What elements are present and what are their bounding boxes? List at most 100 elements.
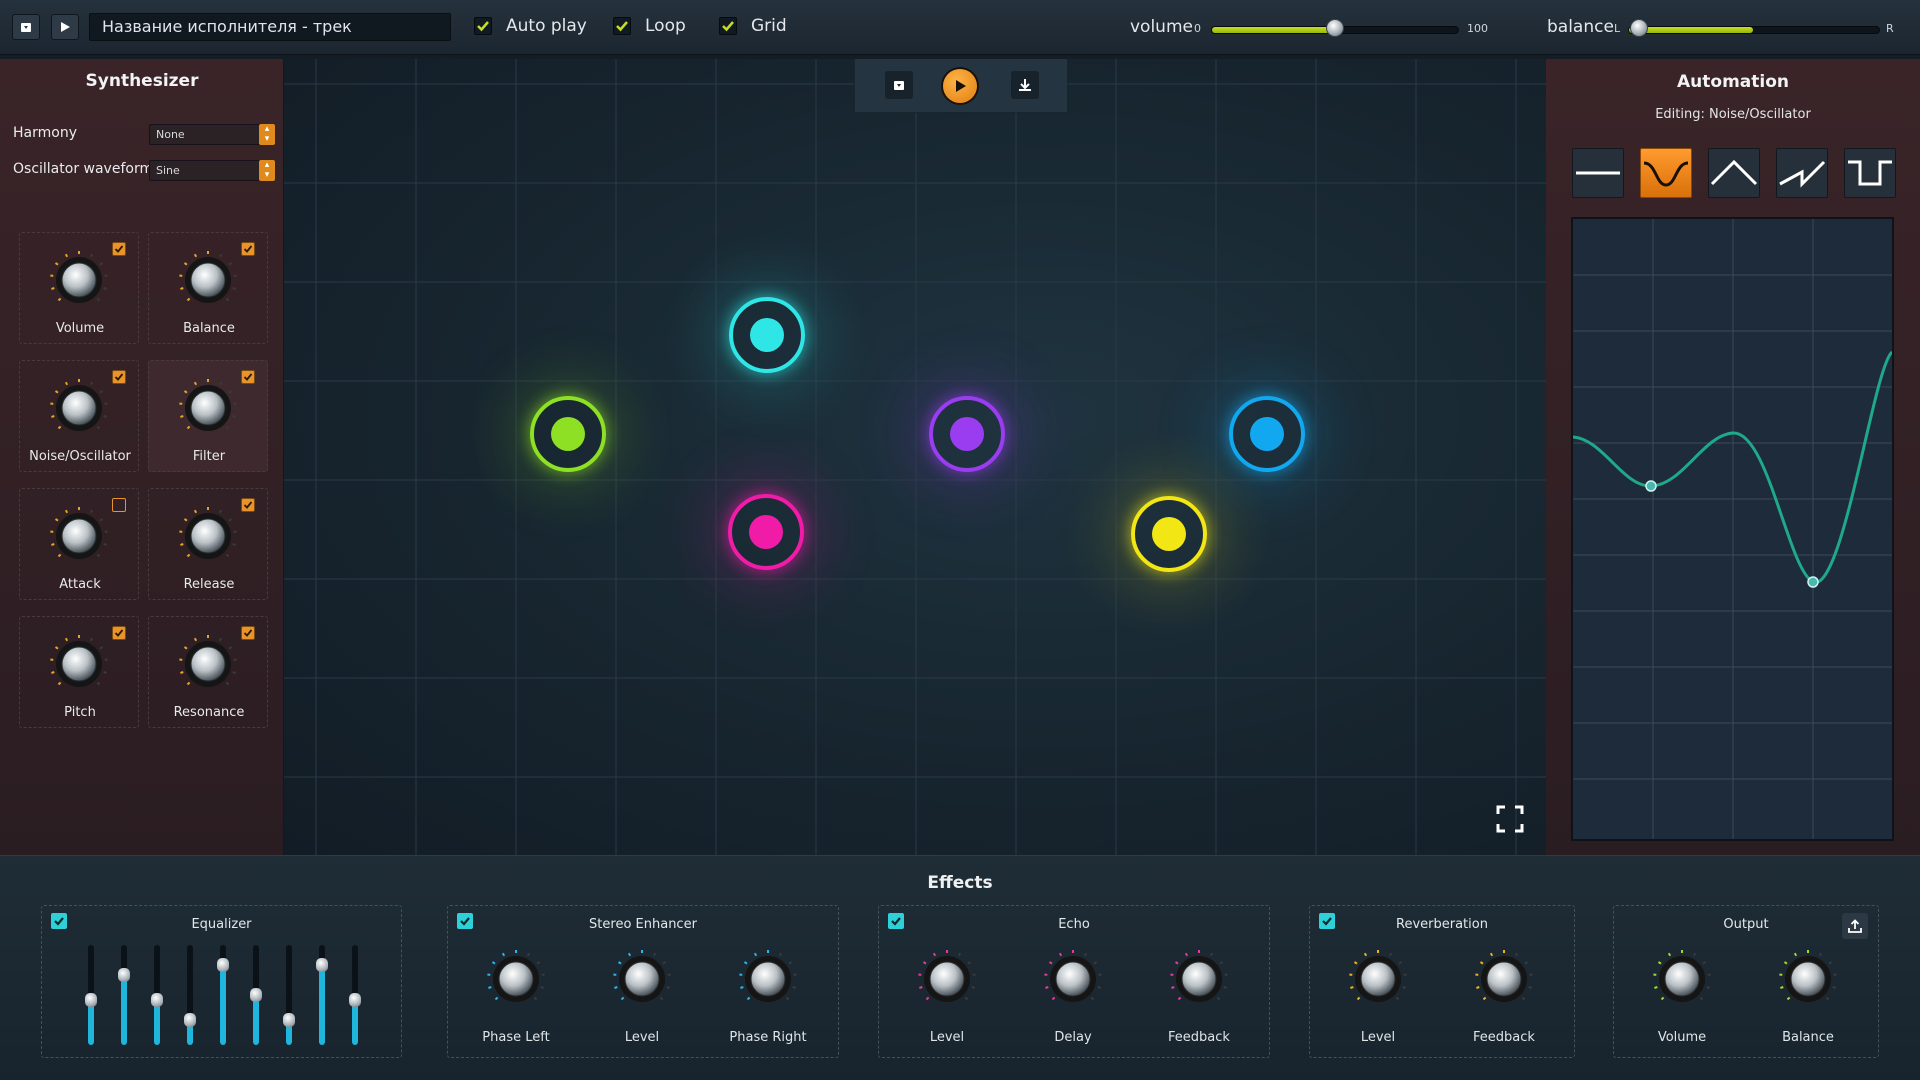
autoplay-checkbox[interactable]: Auto play bbox=[474, 16, 587, 36]
eq-band-slider[interactable] bbox=[85, 945, 97, 1045]
play-button[interactable] bbox=[943, 69, 977, 103]
reverb-knob-level[interactable] bbox=[1347, 948, 1409, 1010]
waveform-triangle-button[interactable] bbox=[1708, 148, 1760, 198]
loop-checkbox[interactable]: Loop bbox=[613, 16, 686, 36]
knob-enable-checkbox[interactable] bbox=[241, 498, 255, 512]
eq-band-slider[interactable] bbox=[118, 945, 130, 1045]
sk0[interactable] bbox=[48, 249, 110, 311]
sound-node-green[interactable] bbox=[530, 396, 606, 472]
waveform-flat-button[interactable] bbox=[1572, 148, 1624, 198]
rotary-knob[interactable] bbox=[177, 505, 239, 567]
sk5[interactable] bbox=[177, 505, 239, 567]
checkbox-box[interactable] bbox=[613, 17, 631, 35]
knob-enable-checkbox[interactable] bbox=[112, 370, 126, 384]
eq-band-thumb[interactable] bbox=[184, 1013, 196, 1027]
select-spinner-icon[interactable]: ▴ ▾ bbox=[259, 160, 275, 181]
node-center bbox=[750, 318, 784, 352]
grid-checkbox[interactable]: Grid bbox=[719, 16, 787, 36]
waveform-curve-button[interactable] bbox=[1640, 148, 1692, 198]
sk7[interactable] bbox=[177, 633, 239, 695]
fullscreen-icon[interactable] bbox=[1496, 805, 1524, 833]
eq-band-thumb[interactable] bbox=[349, 993, 361, 1007]
eq-band-slider[interactable] bbox=[250, 945, 262, 1045]
eq-band-thumb[interactable] bbox=[316, 958, 328, 972]
open-file-button[interactable] bbox=[12, 14, 40, 40]
rotary-knob[interactable] bbox=[177, 377, 239, 439]
output-knob-volume[interactable] bbox=[1651, 948, 1713, 1010]
eq-band-thumb[interactable] bbox=[283, 1013, 295, 1027]
automation-graph[interactable] bbox=[1571, 217, 1894, 841]
echo-knob-feedback[interactable] bbox=[1168, 948, 1230, 1010]
eq-band-slider[interactable] bbox=[283, 945, 295, 1045]
stereo0[interactable] bbox=[485, 948, 547, 1010]
eq-band-slider[interactable] bbox=[316, 945, 328, 1045]
knob-enable-checkbox[interactable] bbox=[112, 498, 126, 512]
knob-enable-checkbox[interactable] bbox=[241, 626, 255, 640]
rotary-knob[interactable] bbox=[177, 633, 239, 695]
eq-band-thumb[interactable] bbox=[217, 958, 229, 972]
output-title: Output bbox=[1723, 917, 1769, 932]
sk6[interactable] bbox=[48, 633, 110, 695]
export-button[interactable] bbox=[1842, 913, 1868, 939]
knob-enable-checkbox[interactable] bbox=[112, 242, 126, 256]
knob-noise-oscillator: Noise/Oscillator bbox=[19, 360, 139, 472]
eq-band-slider[interactable] bbox=[184, 945, 196, 1045]
echo1[interactable] bbox=[1042, 948, 1104, 1010]
xy-pad-stage[interactable] bbox=[284, 59, 1546, 855]
sound-node-purple[interactable] bbox=[929, 396, 1005, 472]
waveform-select[interactable]: Sine ▴ ▾ bbox=[149, 160, 275, 181]
sk1[interactable] bbox=[177, 249, 239, 311]
rotary-knob[interactable] bbox=[48, 249, 110, 311]
stereo-knob-phase-left[interactable] bbox=[485, 948, 547, 1010]
stereo1[interactable] bbox=[611, 948, 673, 1010]
echo0[interactable] bbox=[916, 948, 978, 1010]
echo-knob-level[interactable] bbox=[916, 948, 978, 1010]
knob-enable-checkbox[interactable] bbox=[241, 242, 255, 256]
reverb-knob-label: Level bbox=[1360, 1030, 1396, 1045]
sk3[interactable] bbox=[177, 377, 239, 439]
rotary-knob[interactable] bbox=[48, 505, 110, 567]
rotary-knob[interactable] bbox=[48, 377, 110, 439]
balance-slider-thumb[interactable] bbox=[1630, 19, 1648, 37]
open-button[interactable] bbox=[885, 71, 913, 99]
stereo-knob-level[interactable] bbox=[611, 948, 673, 1010]
eq-band-thumb[interactable] bbox=[118, 968, 130, 982]
select-spinner-icon[interactable]: ▴ ▾ bbox=[259, 124, 275, 145]
reverb0[interactable] bbox=[1347, 948, 1409, 1010]
waveform-square-button[interactable] bbox=[1844, 148, 1896, 198]
eq-band-thumb[interactable] bbox=[85, 993, 97, 1007]
knob-enable-checkbox[interactable] bbox=[241, 370, 255, 384]
output0[interactable] bbox=[1651, 948, 1713, 1010]
rotary-knob[interactable] bbox=[177, 249, 239, 311]
stereo-knob-phase-right[interactable] bbox=[737, 948, 799, 1010]
echo2[interactable] bbox=[1168, 948, 1230, 1010]
sound-node-magenta[interactable] bbox=[728, 494, 804, 570]
rotary-knob[interactable] bbox=[48, 633, 110, 695]
harmony-select[interactable]: None ▴ ▾ bbox=[149, 124, 275, 145]
checkbox-box[interactable] bbox=[474, 17, 492, 35]
checkbox-box[interactable] bbox=[719, 17, 737, 35]
stereo2[interactable] bbox=[737, 948, 799, 1010]
reverb-knob-feedback[interactable] bbox=[1473, 948, 1535, 1010]
eq-band-slider[interactable] bbox=[349, 945, 361, 1045]
volume-slider-thumb[interactable] bbox=[1326, 19, 1344, 37]
eq-band-thumb[interactable] bbox=[151, 993, 163, 1007]
track-title-field[interactable]: Название исполнителя - трек bbox=[89, 13, 451, 41]
eq-band-slider[interactable] bbox=[217, 945, 229, 1045]
sk2[interactable] bbox=[48, 377, 110, 439]
reverb1[interactable] bbox=[1473, 948, 1535, 1010]
sk4[interactable] bbox=[48, 505, 110, 567]
download-button[interactable] bbox=[1011, 71, 1039, 99]
knob-enable-checkbox[interactable] bbox=[112, 626, 126, 640]
sound-node-yellow[interactable] bbox=[1131, 496, 1207, 572]
eq-band-thumb[interactable] bbox=[250, 988, 262, 1002]
balance-slider-track[interactable] bbox=[1628, 26, 1880, 34]
echo-knob-delay[interactable] bbox=[1042, 948, 1104, 1010]
sound-node-blue[interactable] bbox=[1229, 396, 1305, 472]
eq-band-slider[interactable] bbox=[151, 945, 163, 1045]
waveform-sawtooth-button[interactable] bbox=[1776, 148, 1828, 198]
output-knob-balance[interactable] bbox=[1777, 948, 1839, 1010]
play-button[interactable] bbox=[51, 14, 79, 40]
output1[interactable] bbox=[1777, 948, 1839, 1010]
sound-node-cyan[interactable] bbox=[729, 297, 805, 373]
